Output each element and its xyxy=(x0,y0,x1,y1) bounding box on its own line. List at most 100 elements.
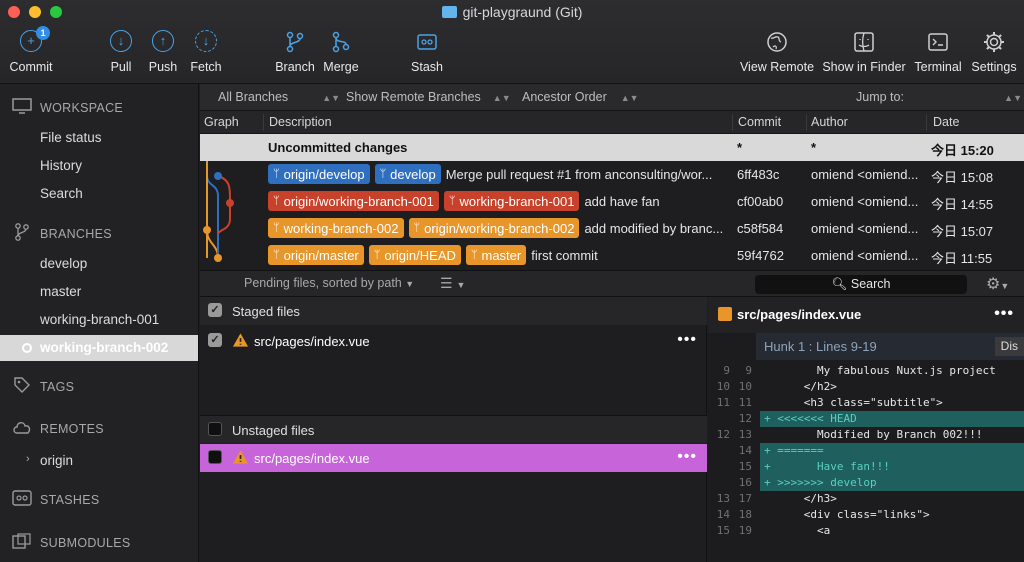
sidebar-item-history[interactable]: History xyxy=(40,158,82,173)
gear-icon: ⚙ xyxy=(986,276,1001,293)
show-remote-branches-select[interactable]: Show Remote Branches ▲▼ xyxy=(346,90,511,104)
filter-bar: All Branches ▲▼ Show Remote Branches ▲▼ An… xyxy=(200,84,1024,111)
fetch-button[interactable]: ↓ Fetch xyxy=(188,30,224,74)
jump-to-select[interactable]: ▲▼ xyxy=(910,90,1022,104)
tags-section[interactable]: TAGS xyxy=(12,376,74,398)
diff-line[interactable]: 16 + >>>>>>> develop xyxy=(708,475,1024,491)
sidebar-item-search[interactable]: Search xyxy=(40,186,83,201)
sidebar-item-master[interactable]: master xyxy=(40,284,81,299)
staged-file-row[interactable]: ✓ src/pages/index.vue ••• xyxy=(200,327,707,355)
unstaged-files-header: Unstaged files xyxy=(200,415,707,443)
table-row[interactable]: ᛘ origin/master ᛘ origin/HEAD ᛘ master firs… xyxy=(200,242,1024,269)
staged-all-checkbox[interactable]: ✓ xyxy=(208,303,222,317)
more-options-icon[interactable]: ••• xyxy=(677,448,697,466)
col-author[interactable]: Author xyxy=(811,115,848,129)
diff-line[interactable]: 12 13 Modified by Branch 002!!! xyxy=(708,427,1024,443)
pull-button[interactable]: ↓ Pull xyxy=(104,30,138,74)
branch-tag[interactable]: ᛘ origin/working-branch-002 xyxy=(408,218,580,238)
view-remote-button[interactable]: View Remote xyxy=(738,30,816,74)
pending-files-bar: Pending files, sorted by path ▼ ☰ ▼ 🔍︎ S… xyxy=(200,270,1024,297)
submodules-section[interactable]: SUBMODULES xyxy=(12,533,131,553)
new-line-number: 13 xyxy=(738,428,752,441)
stashes-section[interactable]: STASHES xyxy=(12,490,100,510)
diff-line[interactable]: 15 19 <a xyxy=(708,523,1024,539)
sidebar-item-file-status[interactable]: File status xyxy=(40,130,102,145)
branch-tag[interactable]: ᛘ origin/working-branch-001 xyxy=(268,191,439,211)
table-row-uncommitted[interactable]: Uncommitted changes * * 今日 15:20 xyxy=(200,134,1024,161)
diff-line[interactable]: 14 + ======= xyxy=(708,443,1024,459)
file-checkbox[interactable] xyxy=(208,450,222,464)
show-in-finder-label: Show in Finder xyxy=(822,60,906,74)
branch-tag[interactable]: ᛘ working-branch-001 xyxy=(443,191,580,211)
diff-line[interactable]: 11 11 <h3 class="subtitle"> xyxy=(708,395,1024,411)
old-line-number: 13 xyxy=(716,492,730,505)
settings-button[interactable]: Settings xyxy=(968,30,1020,74)
stashes-label: STASHES xyxy=(40,493,100,507)
commit-message: add have fan xyxy=(584,193,660,209)
branches-section[interactable]: BRANCHES xyxy=(12,222,112,246)
unstaged-all-checkbox[interactable] xyxy=(208,422,222,436)
stash-button[interactable]: Stash xyxy=(408,30,446,74)
branch-tag[interactable]: ᛘ working-branch-002 xyxy=(268,218,404,238)
list-view-menu[interactable]: ☰ ▼ xyxy=(440,275,465,292)
diff-line[interactable]: 13 17 </h3> xyxy=(708,491,1024,507)
sidebar-item-origin[interactable]: origin xyxy=(40,453,73,468)
more-options-icon[interactable]: ••• xyxy=(677,331,697,349)
commit-message: Merge pull request #1 from anconsulting/… xyxy=(445,166,713,182)
workspace-label: WORKSPACE xyxy=(40,101,124,115)
remotes-section[interactable]: REMOTES xyxy=(12,420,104,438)
table-row[interactable]: ᛘ working-branch-002 ᛘ origin/working-bran… xyxy=(200,215,1024,242)
commit-button[interactable]: +1 Commit xyxy=(8,26,54,74)
commit-date: 今日 15:20 xyxy=(931,143,994,158)
workspace-section[interactable]: WORKSPACE xyxy=(12,98,123,118)
new-line-number: 16 xyxy=(738,476,752,489)
branch-icon xyxy=(283,30,307,54)
new-line-number: 9 xyxy=(745,364,752,377)
all-branches-select[interactable]: All Branches ▲▼ xyxy=(218,90,340,104)
discard-hunk-button[interactable]: Dis xyxy=(994,337,1024,356)
sidebar-item-develop[interactable]: develop xyxy=(40,256,87,271)
show-in-finder-button[interactable]: Show in Finder xyxy=(821,30,907,74)
terminal-button[interactable]: Terminal xyxy=(912,30,964,74)
file-checkbox[interactable]: ✓ xyxy=(208,333,222,347)
code-text: + ======= xyxy=(760,443,1024,459)
branch-button[interactable]: Branch xyxy=(273,30,317,74)
sort-menu[interactable]: Pending files, sorted by path ▼ xyxy=(244,276,414,290)
diff-line[interactable]: 10 10 </h2> xyxy=(708,379,1024,395)
commit-message: first commit xyxy=(531,247,598,263)
options-menu[interactable]: ⚙▼ xyxy=(986,274,1009,294)
code-text: + Have fan!!! xyxy=(760,459,1024,475)
files-pane: ✓ Staged files ✓ src/pages/index.vue •••… xyxy=(200,297,707,562)
col-graph[interactable]: Graph xyxy=(204,115,239,129)
remotes-label: REMOTES xyxy=(40,422,104,436)
col-description[interactable]: Description xyxy=(269,115,332,129)
push-button[interactable]: ↑ Push xyxy=(146,30,180,74)
sidebar-item-working-branch-002[interactable]: working-branch-002 xyxy=(0,335,198,361)
branch-tag[interactable]: ᛘ origin/master xyxy=(268,245,364,265)
branch-tag[interactable]: ᛘ origin/develop xyxy=(268,164,370,184)
sidebar-item-working-branch-001[interactable]: working-branch-001 xyxy=(40,312,159,327)
search-input[interactable]: 🔍︎ Search xyxy=(755,275,967,294)
chevron-right-icon[interactable]: › xyxy=(26,453,30,465)
merge-button[interactable]: Merge xyxy=(320,30,362,74)
more-options-icon[interactable]: ••• xyxy=(994,305,1014,323)
modified-file-icon xyxy=(718,307,732,321)
diff-line[interactable]: 9 9 My fabulous Nuxt.js project xyxy=(708,363,1024,379)
table-row[interactable]: ᛘ origin/develop ᛘ develop Merge pull requ… xyxy=(200,161,1024,188)
diff-line[interactable]: 15 + Have fan!!! xyxy=(708,459,1024,475)
branch-label: Branch xyxy=(275,60,315,74)
branch-tag[interactable]: ᛘ master xyxy=(465,245,527,265)
order-select[interactable]: Ancestor Order ▲▼ xyxy=(522,90,639,104)
col-date[interactable]: Date xyxy=(933,115,959,129)
updown-icon: ▲▼ xyxy=(492,93,511,103)
branch-tag[interactable]: ᛘ origin/HEAD xyxy=(368,245,461,265)
diff-line[interactable]: 12 + <<<<<<< HEAD xyxy=(708,411,1024,427)
col-commit[interactable]: Commit xyxy=(738,115,781,129)
tag-icon xyxy=(12,376,32,398)
stash-icon xyxy=(12,490,32,510)
diff-line[interactable]: 14 18 <div class="links"> xyxy=(708,507,1024,523)
branch-tag[interactable]: ᛘ develop xyxy=(374,164,441,184)
unstaged-file-row[interactable]: src/pages/index.vue ••• xyxy=(200,444,707,472)
table-row[interactable]: ᛘ origin/working-branch-001 ᛘ working-bran… xyxy=(200,188,1024,215)
code-text: Modified by Branch 002!!! xyxy=(764,428,983,441)
